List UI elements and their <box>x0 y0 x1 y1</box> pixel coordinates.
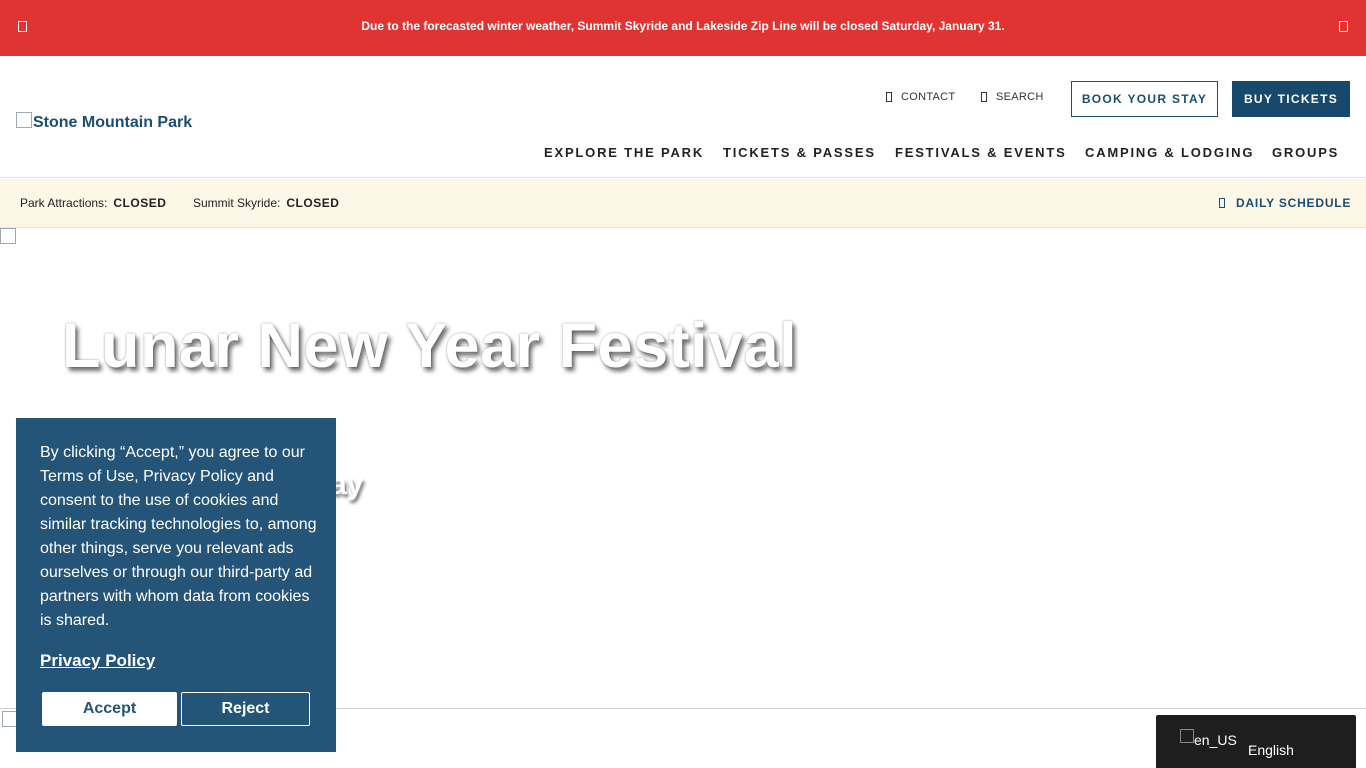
search-icon <box>981 92 987 102</box>
park-status-bar: Park Attractions: CLOSED Summit Skyride: C… <box>0 179 1366 228</box>
status-value: CLOSED <box>286 196 340 210</box>
contact-link[interactable]: CONTACT <box>886 91 955 103</box>
nav-groups[interactable]: GROUPS <box>1272 145 1339 160</box>
flag-alt-text: en_US <box>1194 732 1237 748</box>
site-logo[interactable]: Stone Mountain Park <box>16 112 193 132</box>
hero-title: Lunar New Year Festival <box>62 311 798 381</box>
close-icon[interactable] <box>1339 21 1348 32</box>
status-label: Summit Skyride: <box>193 196 281 210</box>
buy-tickets-button[interactable]: BUY TICKETS <box>1232 81 1350 117</box>
logo-alt-text: Stone Mountain Park <box>33 114 193 131</box>
flag-icon: en_US <box>1180 729 1237 748</box>
flag-image-placeholder <box>1180 729 1194 743</box>
alert-message: Due to the forecasted winter weather, Su… <box>361 19 1005 33</box>
status-summit-skyride: Summit Skyride: CLOSED <box>193 196 339 210</box>
cookie-consent-dialog: By clicking “Accept,” you agree to our T… <box>16 418 336 752</box>
nav-tickets-passes[interactable]: TICKETS & PASSES <box>723 145 876 160</box>
cookie-consent-text: By clicking “Accept,” you agree to our T… <box>40 444 317 629</box>
nav-explore-the-park[interactable]: EXPLORE THE PARK <box>544 145 704 160</box>
nav-camping-lodging[interactable]: CAMPING & LODGING <box>1085 145 1254 160</box>
contact-label: CONTACT <box>901 91 956 103</box>
search-label: SEARCH <box>996 91 1044 103</box>
daily-schedule-label: DAILY SCHEDULE <box>1236 196 1352 210</box>
weather-alert-bar: Due to the forecasted winter weather, Su… <box>0 0 1366 56</box>
accept-button[interactable]: Accept <box>42 692 177 726</box>
nav-festivals-events[interactable]: FESTIVALS & EVENTS <box>895 145 1067 160</box>
status-value: CLOSED <box>113 196 167 210</box>
site-header: Stone Mountain Park CONTACT SEARCH BOOK … <box>0 56 1366 178</box>
phone-icon <box>886 92 892 102</box>
language-label: English <box>1248 742 1294 758</box>
search-link[interactable]: SEARCH <box>981 91 1044 103</box>
logo-image-placeholder <box>16 112 32 128</box>
status-label: Park Attractions: <box>20 196 108 210</box>
book-your-stay-button[interactable]: BOOK YOUR STAY <box>1071 81 1218 117</box>
language-switcher[interactable]: en_US English <box>1156 715 1356 768</box>
privacy-policy-link[interactable]: Privacy Policy <box>40 651 155 671</box>
hero-image-placeholder <box>0 228 16 244</box>
calendar-icon <box>1219 198 1225 208</box>
daily-schedule-link[interactable]: DAILY SCHEDULE <box>1219 196 1351 210</box>
status-park-attractions: Park Attractions: CLOSED <box>20 196 166 210</box>
reject-button[interactable]: Reject <box>181 692 310 726</box>
